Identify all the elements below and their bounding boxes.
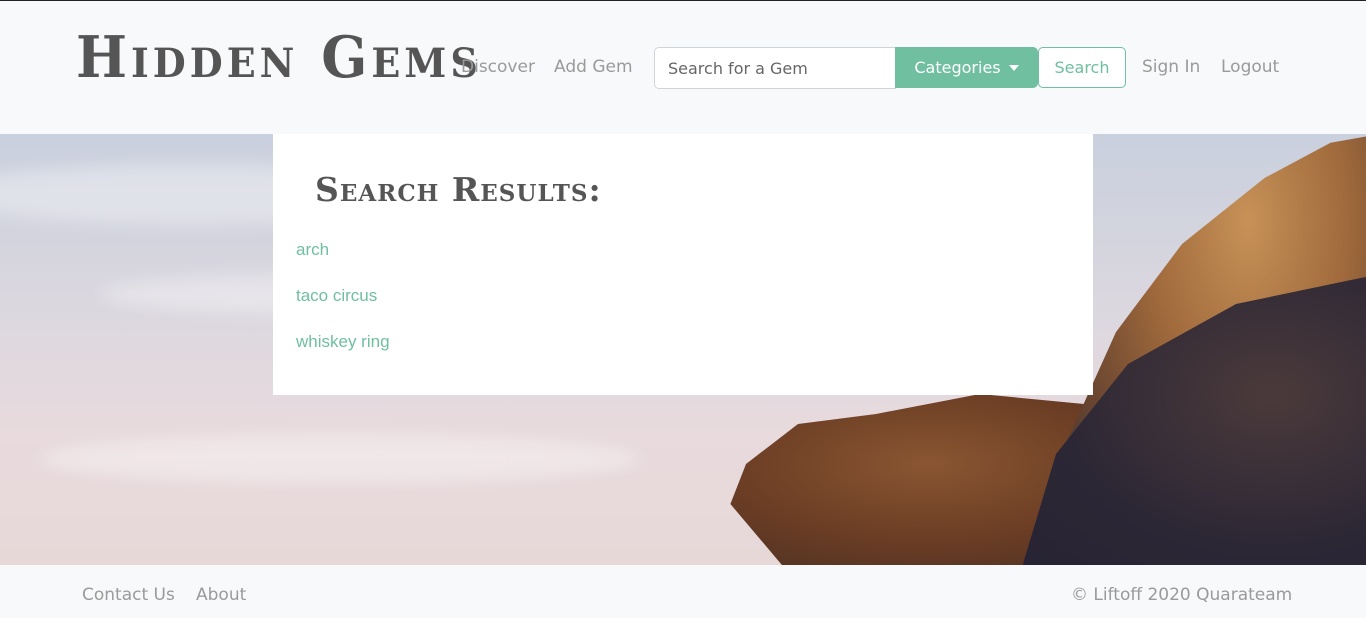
- search-result-link[interactable]: whiskey ring: [296, 332, 390, 352]
- search-results-card: Search Results: arch taco circus whiskey…: [273, 134, 1093, 395]
- nav-sign-in-link[interactable]: Sign In: [1142, 57, 1200, 77]
- nav-discover-link[interactable]: Discover: [461, 57, 535, 77]
- caret-down-icon: [1008, 64, 1019, 71]
- search-result-link[interactable]: arch: [296, 240, 329, 260]
- search-input[interactable]: [654, 47, 896, 89]
- copyright-text: © Liftoff 2020 Quarateam: [1071, 585, 1293, 605]
- search-results-title: Search Results:: [315, 170, 602, 209]
- categories-label: Categories: [914, 58, 1001, 77]
- nav-add-gem-link[interactable]: Add Gem: [554, 57, 633, 77]
- search-button[interactable]: Search: [1038, 47, 1126, 88]
- footer-contact-link[interactable]: Contact Us: [82, 585, 175, 605]
- navbar: Hidden Gems Discover Add Gem Categories …: [0, 1, 1366, 134]
- footer: Contact Us About © Liftoff 2020 Quaratea…: [0, 565, 1366, 618]
- footer-about-link[interactable]: About: [196, 585, 246, 605]
- nav-logout-link[interactable]: Logout: [1221, 57, 1279, 77]
- cloud-decoration: [40, 434, 640, 484]
- categories-dropdown-button[interactable]: Categories: [895, 47, 1038, 88]
- brand-logo[interactable]: Hidden Gems: [76, 23, 482, 90]
- search-result-link[interactable]: taco circus: [296, 286, 377, 306]
